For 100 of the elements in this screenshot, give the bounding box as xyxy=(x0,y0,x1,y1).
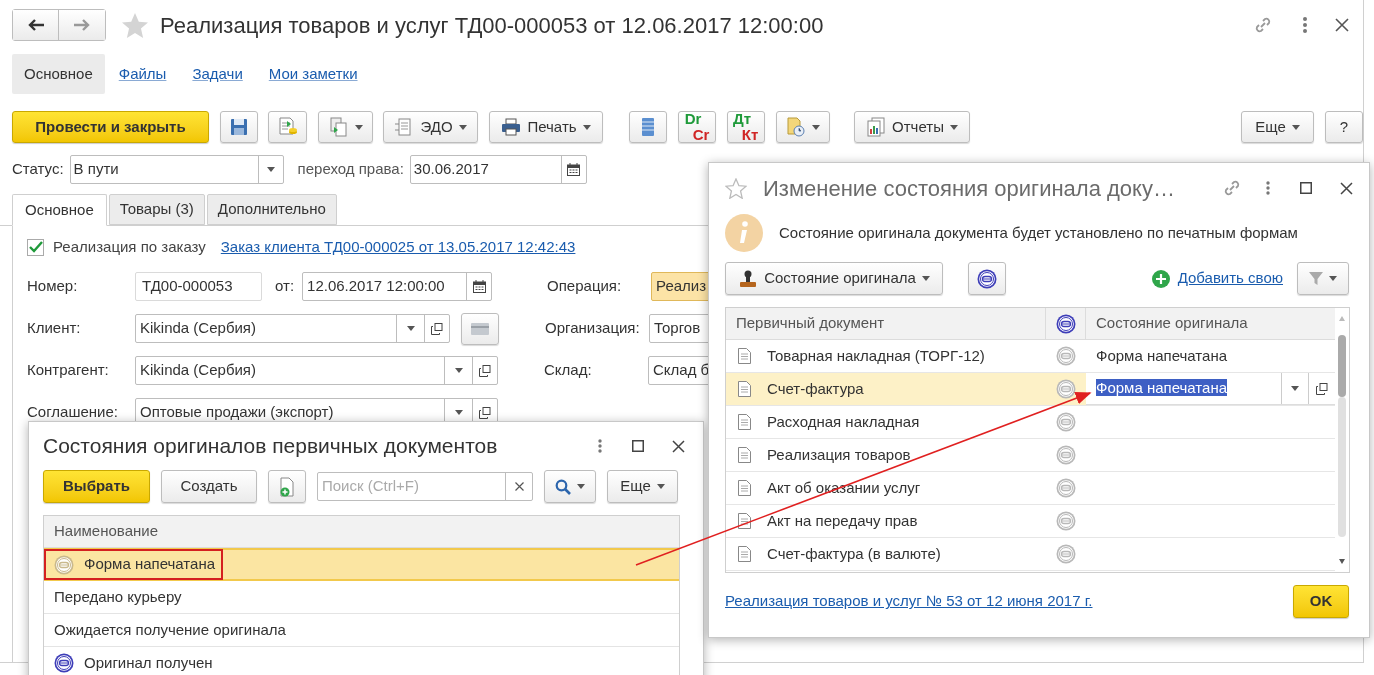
maximize-icon[interactable] xyxy=(1300,182,1312,194)
back-button[interactable] xyxy=(13,10,59,40)
table-row[interactable]: Счет-фактура (в валюте) xyxy=(726,538,1335,571)
related-documents-button[interactable] xyxy=(776,111,830,143)
document-icon xyxy=(738,414,751,430)
star-icon[interactable] xyxy=(725,177,747,199)
row-label: Передано курьеру xyxy=(53,586,182,607)
select-button[interactable]: Выбрать xyxy=(43,470,150,503)
card-button[interactable] xyxy=(461,312,499,345)
stamp-button[interactable] xyxy=(968,262,1006,295)
caret-icon xyxy=(1291,124,1300,130)
caret-icon xyxy=(1291,386,1299,391)
table-row[interactable]: Расходная накладная xyxy=(726,406,1335,439)
row-label: Оригинал получен xyxy=(44,647,213,675)
document-link[interactable]: Реализация товаров и услуг № 53 от 12 июня 2017 г. xyxy=(725,590,1093,613)
ok-button[interactable]: OK xyxy=(1293,585,1349,618)
stamp-icon xyxy=(1056,412,1076,432)
post-button[interactable] xyxy=(268,111,307,143)
save-button[interactable] xyxy=(220,111,258,143)
link-icon[interactable] xyxy=(1222,178,1242,198)
edo-button[interactable]: ЭДО xyxy=(383,111,478,143)
original-state-button[interactable]: Состояние оригинала xyxy=(725,262,943,295)
close-icon[interactable] xyxy=(1335,18,1349,32)
field-label: от: xyxy=(275,276,295,297)
add-own-link[interactable]: Добавить свою xyxy=(1177,267,1283,290)
dt-kt-button[interactable]: Дт Кт xyxy=(727,111,765,143)
caret-icon xyxy=(458,124,467,130)
field-label: Соглашение: xyxy=(27,402,119,423)
table-cell-text: Счет-фактура (в валюте) xyxy=(767,543,941,564)
link-icon[interactable] xyxy=(1253,15,1273,35)
caret-icon xyxy=(354,124,363,130)
column-header: Первичный документ xyxy=(726,308,1046,339)
help-button[interactable]: ? xyxy=(1325,111,1363,143)
open-icon xyxy=(479,364,491,377)
nav-link[interactable]: Задачи xyxy=(180,54,255,94)
tab[interactable]: Дополнительно xyxy=(206,194,337,225)
caret-icon xyxy=(266,167,275,172)
dr-cr-button[interactable]: Dr Cr xyxy=(678,111,716,143)
open-icon xyxy=(479,406,491,419)
more-icon[interactable] xyxy=(598,439,602,453)
document-icon xyxy=(738,348,751,364)
create-based-button[interactable] xyxy=(318,111,373,143)
transfer-date-field[interactable]: 30.06.2017 xyxy=(409,155,587,184)
checkbox-label: Реализация по заказу xyxy=(53,236,206,257)
close-icon[interactable] xyxy=(1340,181,1353,195)
stamp-icon xyxy=(1056,511,1076,531)
document-post-icon xyxy=(277,117,298,137)
caret-icon xyxy=(949,124,958,130)
table-row[interactable]: Реализация товаров xyxy=(726,439,1335,472)
reports-button[interactable]: Отчеты xyxy=(854,111,970,143)
date-field[interactable]: 12.06.2017 12:00:00 xyxy=(302,272,493,301)
search-icon xyxy=(555,478,571,495)
more-button[interactable]: Еще xyxy=(1241,111,1314,143)
caret-icon xyxy=(656,484,665,489)
tab[interactable]: Товары (3) xyxy=(108,194,205,225)
post-and-close-button[interactable]: Провести и закрыть xyxy=(12,111,209,143)
transfer-label: переход права: xyxy=(297,159,404,180)
add-icon xyxy=(1151,269,1170,288)
caret-icon xyxy=(921,276,930,281)
select-field[interactable]: Kikinda (Сербия) xyxy=(135,356,498,385)
tab[interactable]: Основное xyxy=(12,194,107,226)
table-cell-text: Форма напечатана xyxy=(1096,345,1227,366)
clear-icon[interactable] xyxy=(514,482,524,491)
state-edit-field[interactable]: Форма напечатана xyxy=(1086,373,1335,405)
create-button[interactable]: Создать xyxy=(161,470,257,503)
print-button[interactable]: Печать xyxy=(489,111,603,143)
select-field[interactable]: Kikinda (Сербия) xyxy=(135,314,450,343)
star-icon[interactable] xyxy=(122,12,148,38)
more-icon[interactable] xyxy=(1303,17,1307,33)
search-button[interactable] xyxy=(544,470,596,503)
chart-document-icon xyxy=(866,117,887,137)
dialog-title: Изменение состояния оригинала доку… xyxy=(763,174,1175,203)
maximize-icon[interactable] xyxy=(632,440,644,452)
field-label: Клиент: xyxy=(27,318,82,339)
order-link[interactable]: Заказ клиента ТД00-000025 от 13.05.2017 12:42:43 xyxy=(220,235,576,259)
field-label: Номер: xyxy=(27,276,79,297)
checkbox[interactable] xyxy=(27,238,44,256)
forward-arrow-icon xyxy=(74,19,90,31)
filter-button[interactable] xyxy=(1297,262,1349,295)
close-icon[interactable] xyxy=(672,439,685,453)
nav-link[interactable]: Файлы xyxy=(106,54,179,94)
table-row[interactable]: Акт на передачу прав xyxy=(726,505,1335,538)
column-header: Наименование xyxy=(44,516,679,548)
list-row[interactable]: Ожидается получение оригинала xyxy=(44,614,679,647)
create-document-button[interactable] xyxy=(268,470,306,503)
nav-link[interactable]: Основное xyxy=(12,54,105,94)
list-row[interactable]: Оригинал получен xyxy=(44,647,679,675)
list-row[interactable]: Передано курьеру xyxy=(44,581,679,614)
structure-button[interactable] xyxy=(629,111,667,143)
caret-icon xyxy=(454,368,463,373)
field-label: Операция: xyxy=(547,276,623,297)
list-row[interactable]: Форма напечатана xyxy=(44,548,679,581)
more-button[interactable]: Еще xyxy=(607,470,678,503)
table-cell-text: Расходная накладная xyxy=(767,411,920,432)
more-icon[interactable] xyxy=(1266,181,1270,195)
caret-icon xyxy=(1329,276,1337,281)
field-label: Склад: xyxy=(544,360,593,381)
nav-link[interactable]: Мои заметки xyxy=(256,54,370,94)
number-field[interactable]: ТД00-000053 xyxy=(135,272,262,301)
status-field[interactable]: В пути xyxy=(69,155,284,184)
